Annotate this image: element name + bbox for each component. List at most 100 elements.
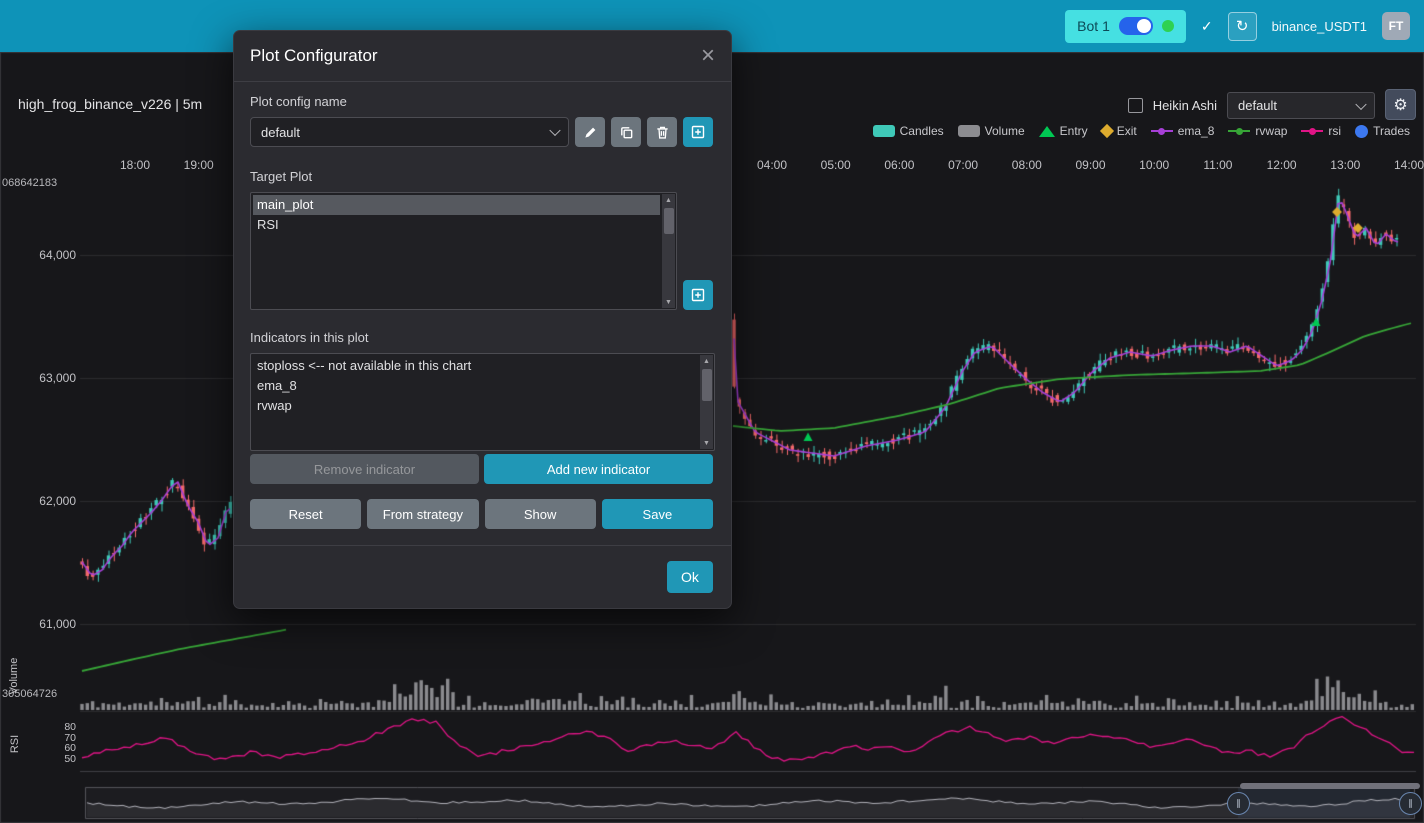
heikin-ashi-checkbox[interactable] [1128, 98, 1143, 113]
x-tick: 06:00 [884, 158, 914, 172]
reset-button[interactable]: Reset [250, 499, 361, 529]
save-button[interactable]: Save [602, 499, 713, 529]
delete-config-button[interactable] [647, 117, 677, 147]
config-name-select[interactable]: default [250, 117, 569, 147]
datazoom-right-handle[interactable]: ∥ [1399, 792, 1422, 815]
entry-legend-icon [1039, 126, 1055, 137]
legend-item-trades[interactable]: Trades [1355, 124, 1410, 138]
indicator-item[interactable]: stoploss <-- not available in this chart [253, 356, 698, 376]
refresh-icon: ↻ [1236, 17, 1249, 35]
scroll-thumb[interactable] [702, 369, 712, 401]
scroll-up-icon[interactable]: ▲ [700, 355, 713, 367]
copy-icon [619, 125, 634, 140]
legend-item-volume[interactable]: Volume [958, 124, 1025, 138]
x-tick: 04:00 [757, 158, 787, 172]
target-plot-label: Target Plot [250, 169, 713, 184]
check-icon: ✓ [1201, 18, 1213, 35]
add-plot-button[interactable] [683, 280, 713, 310]
chevron-down-icon [549, 125, 560, 136]
target-plot-item[interactable]: RSI [253, 215, 660, 235]
chart-legend: Candles Volume Entry Exit ema_8 rvwap rsi Trade… [873, 124, 1410, 138]
legend-item-rsi[interactable]: rsi [1301, 124, 1341, 138]
trades-legend-icon [1355, 125, 1368, 138]
axis-corner-value: 068642183 [2, 177, 57, 189]
legend-label: Candles [900, 124, 944, 138]
x-tick: 05:00 [821, 158, 851, 172]
show-button[interactable]: Show [485, 499, 596, 529]
legend-item-exit[interactable]: Exit [1102, 124, 1137, 138]
indicator-item[interactable]: ema_8 [253, 376, 698, 396]
legend-label: rsi [1328, 124, 1341, 138]
add-new-indicator-button[interactable]: Add new indicator [484, 454, 713, 484]
plot-configurator-modal: Plot Configurator × Plot config name def… [233, 30, 732, 609]
plot-config-name-label: Plot config name [250, 94, 713, 109]
chevron-down-icon [1355, 98, 1366, 109]
target-plot-item[interactable]: main_plot [253, 195, 660, 215]
legend-label: Entry [1060, 124, 1088, 138]
scroll-thumb[interactable] [664, 208, 674, 234]
close-icon[interactable]: × [701, 47, 715, 65]
legend-label: ema_8 [1178, 124, 1215, 138]
target-plot-scrollbar[interactable]: ▲ ▼ [662, 194, 675, 308]
volume-legend-icon [958, 125, 980, 137]
legend-item-ema_8[interactable]: ema_8 [1151, 124, 1215, 138]
legend-label: Exit [1117, 124, 1137, 138]
scroll-up-icon[interactable]: ▲ [662, 194, 675, 206]
rsi-axis-label: RSI [9, 732, 21, 756]
indicators-listbox[interactable]: stoploss <-- not available in this chart… [250, 353, 715, 451]
x-tick: 09:00 [1075, 158, 1105, 172]
from-strategy-button[interactable]: From strategy [367, 499, 478, 529]
legend-item-candles[interactable]: Candles [873, 124, 944, 138]
x-tick: 18:00 [120, 158, 150, 172]
trash-icon [655, 125, 670, 140]
y-tick: 64,000 [28, 248, 76, 262]
plus-square-icon [690, 287, 706, 303]
bot-enable-toggle[interactable] [1119, 17, 1153, 35]
exit-legend-icon [1100, 124, 1114, 138]
add-config-button[interactable] [683, 117, 713, 147]
rvwap-legend-icon [1228, 130, 1250, 132]
refresh-button[interactable]: ↻ [1228, 12, 1257, 41]
x-tick: 19:00 [184, 158, 214, 172]
pencil-icon [583, 125, 598, 140]
candles-legend-icon [873, 125, 895, 137]
plot-settings-button[interactable]: ⚙ [1385, 89, 1416, 120]
gear-icon: ⚙ [1393, 95, 1407, 115]
legend-item-entry[interactable]: Entry [1039, 124, 1088, 138]
y-tick: 61,000 [28, 617, 76, 631]
y-tick: 62,000 [28, 494, 76, 508]
x-tick: 14:00 [1394, 158, 1424, 172]
duplicate-config-button[interactable] [611, 117, 641, 147]
legend-label: Volume [985, 124, 1025, 138]
edit-config-button[interactable] [575, 117, 605, 147]
bot-selector-chip[interactable]: Bot 1 [1065, 10, 1186, 43]
datazoom-left-handle[interactable]: ∥ [1227, 792, 1250, 815]
indicators-scrollbar[interactable]: ▲ ▼ [700, 355, 713, 449]
bot-online-dot [1162, 20, 1174, 32]
x-tick: 11:00 [1203, 158, 1232, 172]
indicators-label: Indicators in this plot [250, 330, 713, 345]
freqtrade-logo[interactable]: FT [1382, 12, 1410, 40]
chart-hscroll-thumb[interactable] [1240, 783, 1420, 789]
indicator-item[interactable]: rvwap [253, 396, 698, 416]
bot-name-label: Bot 1 [1077, 18, 1110, 34]
heikin-ashi-label: Heikin Ashi [1153, 98, 1217, 113]
legend-item-rvwap[interactable]: rvwap [1228, 124, 1287, 138]
scroll-down-icon[interactable]: ▼ [662, 296, 675, 308]
x-tick: 08:00 [1012, 158, 1042, 172]
ok-button[interactable]: Ok [667, 561, 713, 593]
active-bot-name[interactable]: binance_USDT1 [1272, 19, 1367, 34]
plot-config-dropdown[interactable]: default [1227, 92, 1375, 119]
scroll-down-icon[interactable]: ▼ [700, 437, 713, 449]
remove-indicator-button[interactable]: Remove indicator [250, 454, 479, 484]
rsi-tick: 50 [44, 753, 76, 765]
x-tick: 12:00 [1267, 158, 1297, 172]
x-tick: 07:00 [948, 158, 978, 172]
rsi-legend-icon [1301, 130, 1323, 132]
ema_8-legend-icon [1151, 130, 1173, 132]
target-plot-listbox[interactable]: main_plotRSI ▲ ▼ [250, 192, 677, 310]
y-tick: 63,000 [28, 371, 76, 385]
legend-label: Trades [1373, 124, 1410, 138]
x-tick: 10:00 [1139, 158, 1169, 172]
legend-label: rvwap [1255, 124, 1287, 138]
